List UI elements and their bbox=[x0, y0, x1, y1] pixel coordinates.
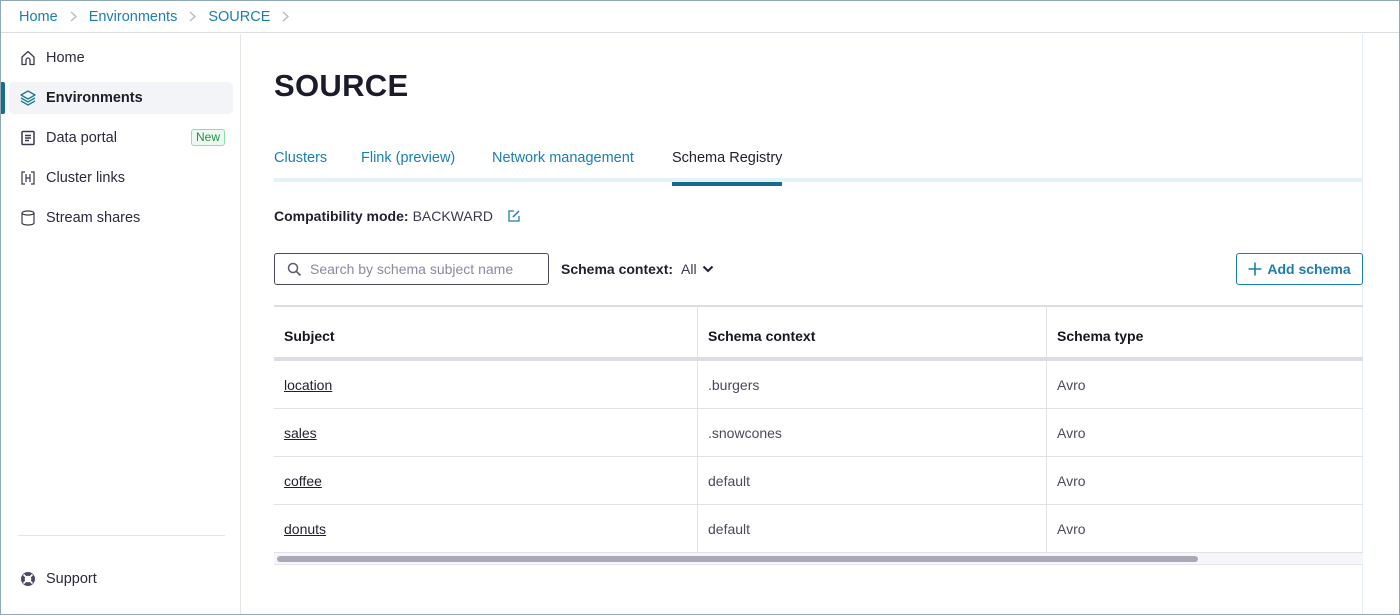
schema-context-label: Schema context: bbox=[561, 261, 674, 277]
schema-context-cell: .burgers bbox=[697, 361, 1046, 408]
schema-context-cell: default bbox=[697, 505, 1046, 552]
edit-icon[interactable] bbox=[507, 209, 521, 223]
search-input[interactable] bbox=[310, 261, 530, 277]
tab-bar: Clusters Flink (preview) Network managem… bbox=[274, 146, 1363, 186]
sidebar-divider bbox=[18, 535, 225, 536]
lifebuoy-icon bbox=[19, 570, 37, 588]
chevron-right-icon bbox=[69, 11, 78, 22]
tab-network-management[interactable]: Network management bbox=[492, 150, 634, 182]
search-field[interactable] bbox=[274, 253, 549, 285]
subject-link[interactable]: donuts bbox=[284, 521, 326, 537]
breadcrumb-source[interactable]: SOURCE bbox=[208, 9, 270, 25]
search-icon bbox=[287, 262, 302, 276]
compatibility-label: Compatibility mode: bbox=[274, 208, 409, 224]
sidebar-item-label: Cluster links bbox=[46, 170, 125, 186]
sidebar-item-environments[interactable]: Environments bbox=[9, 82, 233, 114]
table-row: sales .snowcones Avro bbox=[274, 409, 1363, 457]
sidebar-item-label: Stream shares bbox=[46, 210, 141, 226]
app-window: Home Environments SOURCE Home Environmen… bbox=[0, 0, 1400, 615]
schema-type-cell: Avro bbox=[1046, 409, 1363, 456]
scrollbar-thumb[interactable] bbox=[277, 556, 1198, 562]
sidebar-item-label: Support bbox=[46, 571, 97, 587]
sidebar-item-cluster-links[interactable]: Cluster links bbox=[9, 162, 233, 194]
sidebar-item-data-portal[interactable]: Data portal New bbox=[9, 122, 233, 154]
document-icon bbox=[19, 129, 37, 147]
cluster-link-icon bbox=[19, 169, 37, 187]
new-badge: New bbox=[190, 129, 225, 146]
main-content: SOURCE Clusters Flink (preview) Network … bbox=[274, 34, 1364, 614]
horizontal-scrollbar[interactable] bbox=[274, 553, 1363, 565]
breadcrumb: Home Environments SOURCE bbox=[1, 1, 1399, 33]
sidebar-item-stream-shares[interactable]: Stream shares bbox=[9, 202, 233, 234]
subject-link[interactable]: location bbox=[284, 377, 332, 393]
sidebar: Home Environments Data portal New Cluste… bbox=[1, 34, 241, 614]
tab-flink[interactable]: Flink (preview) bbox=[361, 150, 455, 182]
table-row: donuts default Avro bbox=[274, 505, 1363, 553]
compatibility-value: BACKWARD bbox=[412, 208, 493, 224]
layers-icon bbox=[19, 89, 37, 107]
subject-link[interactable]: sales bbox=[284, 425, 317, 441]
schema-context-cell: default bbox=[697, 457, 1046, 504]
breadcrumb-environments[interactable]: Environments bbox=[89, 9, 178, 25]
schema-context-value: All bbox=[681, 261, 697, 277]
schema-type-cell: Avro bbox=[1046, 361, 1363, 408]
plus-icon bbox=[1248, 262, 1262, 276]
tab-clusters[interactable]: Clusters bbox=[274, 150, 327, 182]
schema-type-cell: Avro bbox=[1046, 457, 1363, 504]
chevron-right-icon bbox=[188, 11, 197, 22]
schema-context-dropdown[interactable]: Schema context: All bbox=[561, 261, 714, 277]
column-header-schema-context[interactable]: Schema context bbox=[697, 307, 1046, 357]
add-schema-label: Add schema bbox=[1267, 261, 1351, 277]
home-icon bbox=[19, 49, 37, 67]
sidebar-item-home[interactable]: Home bbox=[9, 42, 233, 74]
compatibility-mode: Compatibility mode: BACKWARD bbox=[274, 208, 521, 224]
table-row: location .burgers Avro bbox=[274, 361, 1363, 409]
cylinder-icon bbox=[19, 209, 37, 227]
add-schema-button[interactable]: Add schema bbox=[1236, 253, 1363, 285]
sidebar-item-label: Data portal bbox=[46, 130, 117, 146]
active-indicator bbox=[1, 82, 5, 114]
sidebar-item-label: Environments bbox=[46, 90, 143, 106]
table-header: Subject Schema context Schema type bbox=[274, 305, 1363, 361]
column-header-schema-type[interactable]: Schema type bbox=[1046, 307, 1363, 357]
schema-type-cell: Avro bbox=[1046, 505, 1363, 552]
subject-link[interactable]: coffee bbox=[284, 473, 322, 489]
sidebar-item-support[interactable]: Support bbox=[9, 563, 233, 595]
breadcrumb-home[interactable]: Home bbox=[19, 9, 58, 25]
schema-table: Subject Schema context Schema type locat… bbox=[274, 305, 1363, 565]
column-header-subject[interactable]: Subject bbox=[274, 307, 697, 357]
chevron-right-icon bbox=[281, 11, 290, 22]
chevron-down-icon bbox=[702, 265, 713, 273]
page-title: SOURCE bbox=[274, 68, 409, 103]
sidebar-item-label: Home bbox=[46, 50, 85, 66]
table-row: coffee default Avro bbox=[274, 457, 1363, 505]
tab-schema-registry[interactable]: Schema Registry bbox=[672, 150, 783, 186]
schema-context-cell: .snowcones bbox=[697, 409, 1046, 456]
